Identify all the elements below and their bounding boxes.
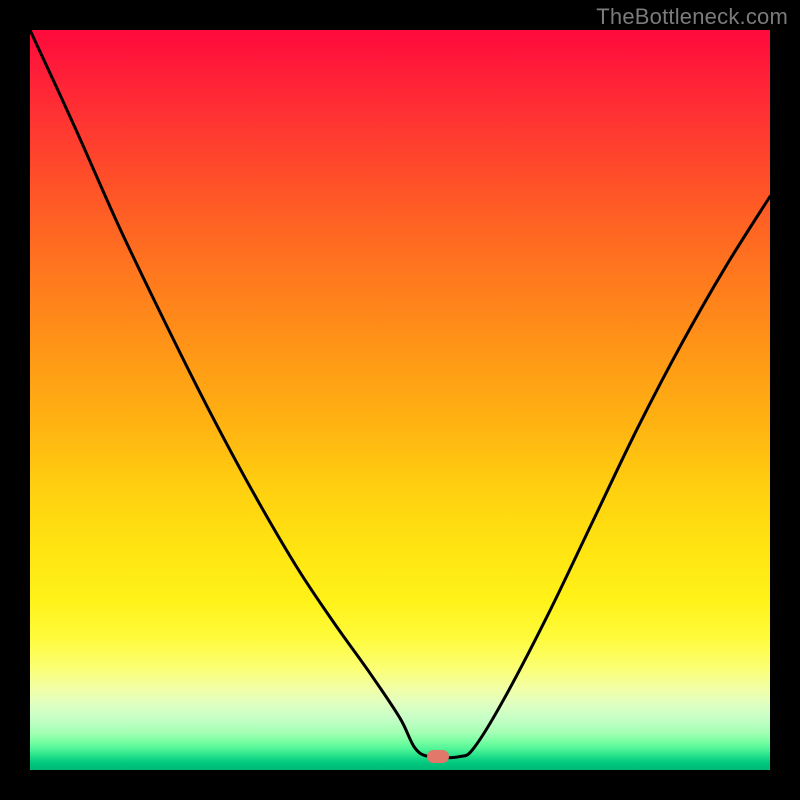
bottleneck-curve [30,30,770,770]
attribution-text: TheBottleneck.com [596,4,788,30]
plot-area [30,30,770,770]
optimum-marker [427,750,449,763]
chart-frame: TheBottleneck.com [0,0,800,800]
